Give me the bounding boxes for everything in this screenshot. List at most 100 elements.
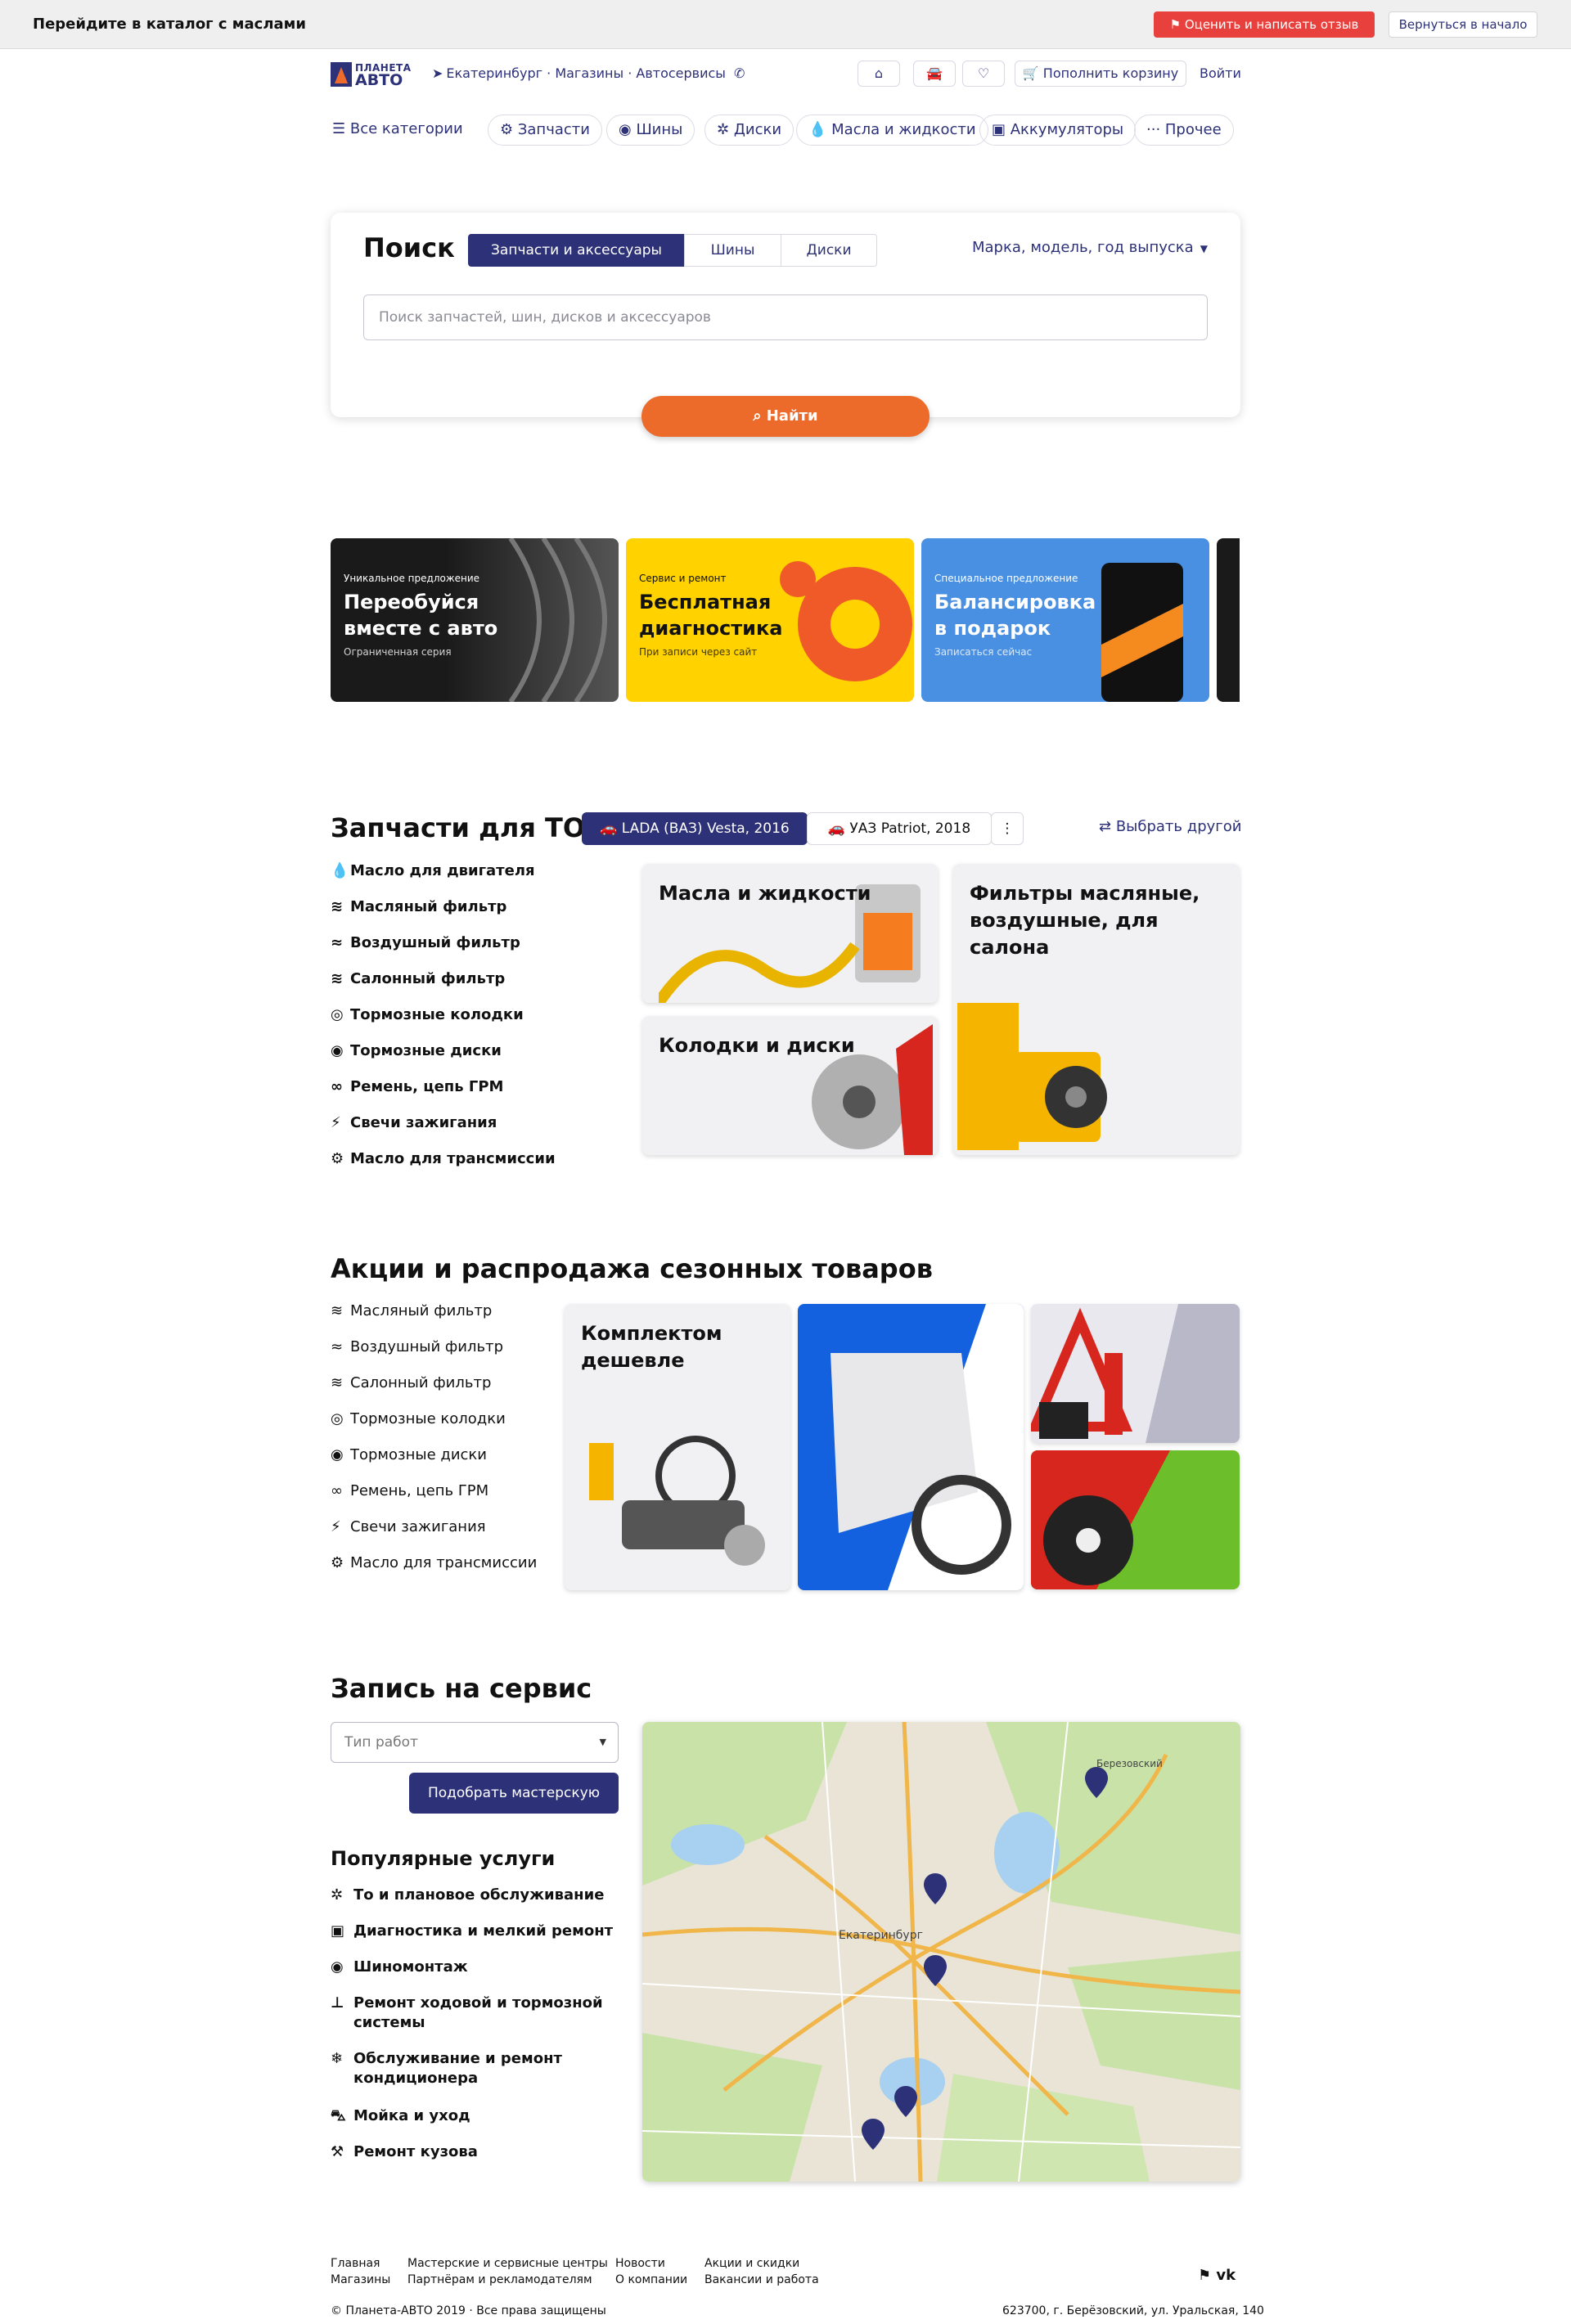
to-item-engine-oil[interactable]: 💧Масло для двигателя xyxy=(331,862,535,879)
banner-next-peek[interactable] xyxy=(1217,538,1240,702)
sale-item-spark-plugs[interactable]: ⚡ Свечи зажигания xyxy=(331,1518,486,1535)
to-item-spark-plugs[interactable]: ⚡ Свечи зажигания xyxy=(331,1114,497,1131)
service-body-repair[interactable]: ⚒ Ремонт кузова xyxy=(331,2142,478,2162)
service-air-conditioning[interactable]: ❄ Обслуживание и ремонт кондиционера xyxy=(331,2049,609,2088)
card-kit-cheaper[interactable]: Комплектом дешевле xyxy=(565,1304,790,1590)
spark-plug-icon: ⚡ xyxy=(331,1518,341,1535)
filters-image xyxy=(957,1003,1107,1150)
favorites-button[interactable]: ♡ xyxy=(962,61,1005,87)
car-uaz[interactable]: 🚗 УАЗ Patriot, 2018 xyxy=(807,812,992,845)
tire-icon: ◉ xyxy=(331,1958,344,1976)
tab-wheels[interactable]: Диски xyxy=(781,234,877,267)
brake-pads-icon: ◎ xyxy=(331,1410,344,1427)
chevron-down-icon: ▼ xyxy=(599,1737,606,1747)
header-links[interactable]: ➤ Екатеринбург · Магазины · Автосервисы ✆ xyxy=(432,65,745,81)
banner-diagnostics[interactable]: Сервис и ремонт Бесплатная диагностика П… xyxy=(626,538,914,702)
spark-plug-icon: ⚡ xyxy=(331,1114,341,1131)
footer-col-1[interactable]: Главная Магазины xyxy=(331,2255,390,2288)
tire-icon: ◉ xyxy=(619,121,637,138)
car-icon-button[interactable]: 🚘 xyxy=(913,61,956,87)
wheel-icon: ✲ xyxy=(717,121,734,138)
service-chassis[interactable]: ⊥ Ремонт ходовой и тормозной системы xyxy=(331,1994,609,2033)
sale-item-brake-discs[interactable]: ◉ Тормозные диски xyxy=(331,1446,487,1463)
to-item-cabin-filter[interactable]: ≋ Салонный фильтр xyxy=(331,970,505,987)
card-safety-kit[interactable] xyxy=(1031,1304,1240,1443)
all-categories[interactable]: ☰ Все категории xyxy=(332,120,463,137)
to-item-brake-discs[interactable]: ◉ Тормозные диски xyxy=(331,1042,502,1059)
car-icon: 🚘 xyxy=(926,65,943,81)
to-item-brake-pads[interactable]: ◎ Тормозные колодки xyxy=(331,1006,524,1023)
car-swap-icon: ⇄ xyxy=(1099,818,1116,835)
banner-tires[interactable]: Уникальное предложение Переобуйся вместе… xyxy=(331,538,619,702)
to-item-oil-filter[interactable]: ≋ Масляный фильтр xyxy=(331,898,506,915)
popular-services-title: Популярные услуги xyxy=(331,1847,556,1870)
brake-disc-icon: ◉ xyxy=(331,1042,344,1059)
logo-mark-icon xyxy=(331,62,352,87)
card-accessories[interactable] xyxy=(1031,1450,1240,1589)
chevron-down-icon: ▼ xyxy=(1200,243,1208,254)
card-body-parts[interactable] xyxy=(798,1304,1024,1590)
category-tires[interactable]: ◉ Шины xyxy=(606,115,695,146)
work-type-select[interactable]: Тип работ ▼ xyxy=(331,1722,619,1763)
card-oils[interactable]: Масла и жидкости xyxy=(642,864,938,1003)
footer-col-3[interactable]: Новости О компании xyxy=(615,2255,687,2288)
card-filters[interactable]: Фильтры масляные, воздушные, для салона xyxy=(953,864,1240,1155)
find-button[interactable]: ⌕ Найти xyxy=(641,396,930,437)
oil-can-image xyxy=(1101,563,1183,702)
cart-button[interactable]: 🛒 Пополнить корзину xyxy=(1015,61,1186,87)
vk-icon[interactable]: vk xyxy=(1216,2267,1236,2284)
logo[interactable]: ПЛАНЕТА АВТО xyxy=(331,62,419,89)
sale-item-brake-pads[interactable]: ◎ Тормозные колодки xyxy=(331,1410,506,1427)
category-wheels[interactable]: ✲ Диски xyxy=(704,115,795,146)
accessory-image xyxy=(1031,1450,1170,1589)
pick-workshop-button[interactable]: Подобрать мастерскую xyxy=(409,1773,619,1814)
tab-tires[interactable]: Шины xyxy=(684,234,781,267)
to-item-transmission-oil[interactable]: ⚙ Масло для трансмиссии xyxy=(331,1150,556,1167)
tab-parts[interactable]: Запчасти и аксессуары xyxy=(468,234,685,267)
sale-item-cabin-filter[interactable]: ≋ Салонный фильтр xyxy=(331,1374,491,1391)
svg-text:Екатеринбург: Екатеринбург xyxy=(839,1929,923,1942)
review-button[interactable]: ⚑ Оценить и написать отзыв xyxy=(1154,11,1375,38)
category-oils[interactable]: 💧 Масла и жидкости xyxy=(796,115,988,146)
card-brakes[interactable]: Колодки и диски xyxy=(642,1016,938,1155)
service-diagnostics[interactable]: ▣ Диагностика и мелкий ремонт xyxy=(331,1922,613,1941)
sale-title: Акции и распродажа сезонных товаров xyxy=(331,1253,933,1284)
service-map[interactable]: Екатеринбург Березовский xyxy=(642,1722,1240,2182)
choose-other-car[interactable]: ⇄ Выбрать другой xyxy=(1099,818,1241,835)
sale-item-timing-belt[interactable]: ∞ Ремень, цепь ГРМ xyxy=(331,1482,488,1499)
service-wash[interactable]: ⛍ Мойка и уход xyxy=(331,2106,470,2126)
to-item-timing-belt[interactable]: ∞ Ремень, цепь ГРМ xyxy=(331,1078,503,1095)
cabin-filter-icon: ≋ xyxy=(331,1374,344,1391)
car-icon: 🚗 xyxy=(827,820,850,837)
login-link[interactable]: Войти xyxy=(1200,65,1241,81)
vehicle-select[interactable]: Марка, модель, год выпуска ▼ xyxy=(972,239,1208,256)
top-bar: Перейдите в каталог с маслами ⚑ Оценить … xyxy=(0,0,1571,49)
car-menu-button[interactable]: ⋮ xyxy=(991,812,1024,845)
gear-icon: ⚙ xyxy=(500,121,518,138)
battery-icon: ▣ xyxy=(331,1922,345,1940)
to-item-air-filter[interactable]: ≈ Воздушный фильтр xyxy=(331,934,520,951)
svg-text:Березовский: Березовский xyxy=(1096,1758,1163,1769)
category-other[interactable]: ··· Прочее xyxy=(1134,115,1234,146)
category-parts[interactable]: ⚙ Запчасти xyxy=(488,115,602,146)
back-button[interactable]: Вернуться в начало xyxy=(1389,11,1537,38)
footer-col-2[interactable]: Мастерские и сервисные центры Партнёрам и… xyxy=(407,2255,608,2288)
service-maintenance[interactable]: ✲ То и плановое обслуживание xyxy=(331,1886,604,1905)
car-lada[interactable]: 🚗 LADA (ВАЗ) Vesta, 2016 xyxy=(582,812,808,845)
sale-item-transmission-oil[interactable]: ⚙ Масло для трансмиссии xyxy=(331,1554,537,1571)
phone-icon[interactable]: ✆ xyxy=(734,65,745,81)
garage-icon-button[interactable]: ⌂ xyxy=(858,61,900,87)
cabin-filter-icon: ≋ xyxy=(331,970,344,987)
car-wash-icon: ⛍ xyxy=(331,2107,346,2124)
sale-item-air-filter[interactable]: ≈ Воздушный фильтр xyxy=(331,1338,503,1355)
banner-balancing[interactable]: Специальное предложение Балансировка в п… xyxy=(921,538,1209,702)
feedback-icon[interactable]: ⚑ xyxy=(1198,2267,1211,2284)
service-tire-fitting[interactable]: ◉ Шиномонтаж xyxy=(331,1958,468,1977)
social-links[interactable]: ⚑ vk xyxy=(1198,2268,1236,2284)
flag-icon: ⚑ xyxy=(1169,17,1185,32)
search-input[interactable]: Поиск запчастей, шин, дисков и аксессуар… xyxy=(363,294,1208,340)
oil-filter-icon: ≋ xyxy=(331,1302,344,1319)
footer-col-4[interactable]: Акции и скидки Вакансии и работа xyxy=(704,2255,819,2288)
sale-item-oil-filter[interactable]: ≋ Масляный фильтр xyxy=(331,1302,492,1319)
category-batteries[interactable]: ▣ Аккумуляторы xyxy=(979,115,1137,146)
